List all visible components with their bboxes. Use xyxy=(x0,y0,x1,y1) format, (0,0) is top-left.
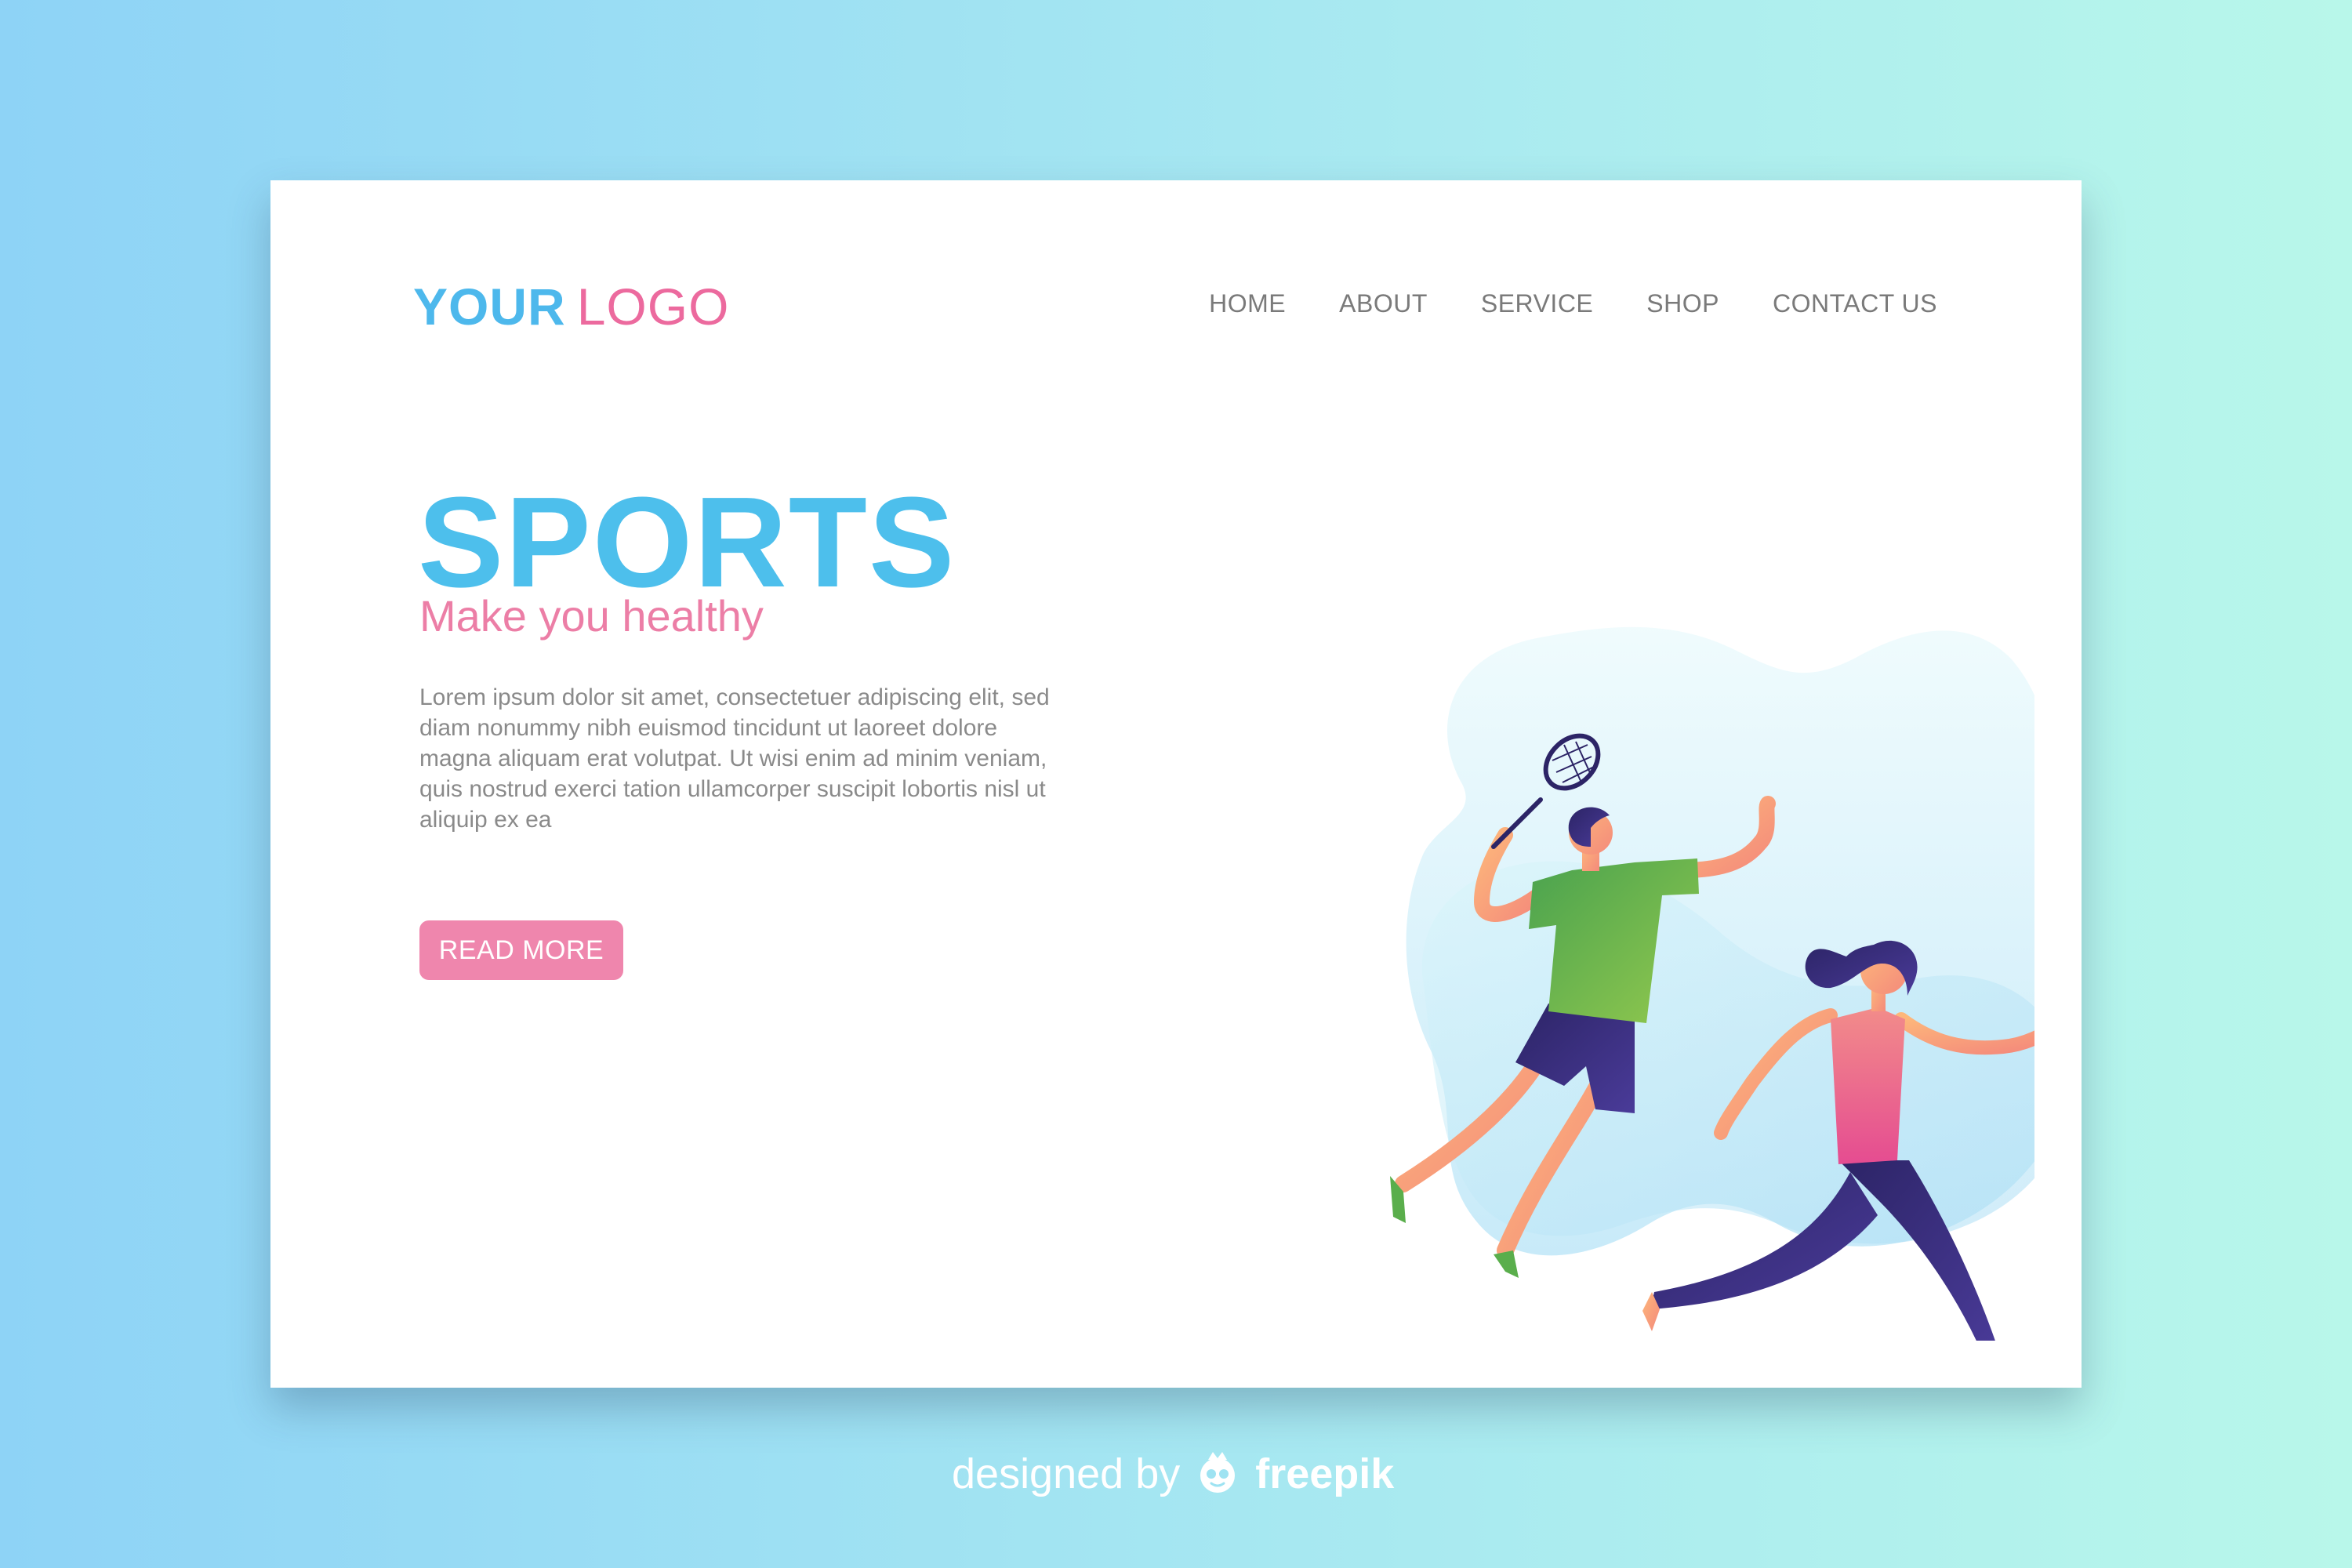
read-more-button[interactable]: READ MORE xyxy=(419,920,623,980)
logo-secondary-text: LOGO xyxy=(576,278,730,336)
credit-prefix: designed by xyxy=(952,1450,1181,1497)
logo[interactable]: YOUR LOGO xyxy=(413,281,729,332)
credit-brand: freepik xyxy=(1255,1450,1395,1497)
landing-page-card: YOUR LOGO HOME ABOUT SERVICE SHOP CONTACT… xyxy=(270,180,2082,1388)
freepik-credit[interactable]: designed by freepik xyxy=(952,1449,1394,1499)
main-nav: HOME ABOUT SERVICE SHOP CONTACT US xyxy=(1209,289,1937,318)
sports-players-illustration xyxy=(1390,626,2034,1341)
freepik-icon xyxy=(1200,1452,1236,1493)
hero-body-text: Lorem ipsum dolor sit amet, consectetuer… xyxy=(419,684,1050,833)
hero-title: SPORTS xyxy=(418,470,956,614)
nav-shop[interactable]: SHOP xyxy=(1646,289,1719,318)
nav-service[interactable]: SERVICE xyxy=(1481,289,1593,318)
nav-home[interactable]: HOME xyxy=(1209,289,1286,318)
logo-primary-text: YOUR xyxy=(413,278,566,336)
nav-contact-us[interactable]: CONTACT US xyxy=(1773,289,1937,318)
nav-about[interactable]: ABOUT xyxy=(1339,289,1428,318)
hero-subtitle: Make you healthy xyxy=(419,591,764,641)
